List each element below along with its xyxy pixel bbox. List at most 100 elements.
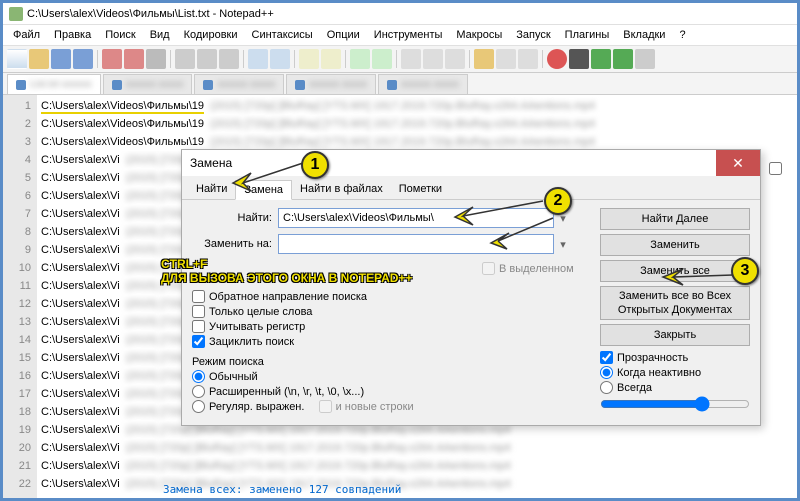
tb-saveall-icon[interactable]: [73, 49, 93, 69]
tb-allchars-icon[interactable]: [423, 49, 443, 69]
window-titlebar: C:\Users\alex\Videos\Фильмы\List.txt - N…: [3, 3, 797, 25]
chk-case[interactable]: [192, 320, 205, 333]
transparency-slider[interactable]: [600, 396, 750, 412]
chk-wrap[interactable]: [192, 335, 205, 348]
find-next-button[interactable]: Найти Далее: [600, 208, 750, 230]
lbl-whole: Только целые слова: [209, 306, 312, 318]
in-selection-checkbox: [482, 262, 495, 275]
callout-3: 3: [731, 257, 759, 285]
tab-item[interactable]: xxxxxx xxxxx: [194, 74, 284, 94]
menu-plugins[interactable]: Плагины: [559, 27, 616, 43]
tb-play-icon[interactable]: [591, 49, 611, 69]
tb-folder-icon[interactable]: [474, 49, 494, 69]
menu-window[interactable]: Вкладки: [617, 27, 671, 43]
tb-redo-icon[interactable]: [270, 49, 290, 69]
tb-undo-icon[interactable]: [248, 49, 268, 69]
dialog-titlebar[interactable]: Замена ✕: [182, 150, 760, 176]
dlg-tab-replace[interactable]: Замена: [235, 180, 292, 200]
dropdown-icon[interactable]: ▾: [554, 238, 572, 251]
dlg-tab-findinfiles[interactable]: Найти в файлах: [292, 180, 391, 199]
tb-find-icon[interactable]: [299, 49, 319, 69]
lbl-backward: Обратное направление поиска: [209, 291, 367, 303]
lbl-when-inactive: Когда неактивно: [617, 367, 701, 379]
tb-print-icon[interactable]: [146, 49, 166, 69]
tb-savemacro-icon[interactable]: [635, 49, 655, 69]
callout-2: 2: [544, 187, 572, 215]
tb-paste-icon[interactable]: [219, 49, 239, 69]
document-tabs: List.txt xxxxxx xxxxxx xxxxx xxxxxx xxxx…: [3, 73, 797, 95]
pin-checkbox[interactable]: [769, 162, 782, 175]
tb-close-icon[interactable]: [102, 49, 122, 69]
radio-when-inactive[interactable]: [600, 366, 613, 379]
tab-active[interactable]: List.txt xxxxxx: [7, 74, 101, 94]
tb-zoomin-icon[interactable]: [350, 49, 370, 69]
menu-view[interactable]: Вид: [144, 27, 176, 43]
tb-wrap-icon[interactable]: [401, 49, 421, 69]
lbl-mode-regex: Регуляр. выражен.: [209, 401, 304, 413]
chk-transparency[interactable]: [600, 351, 613, 364]
radio-always[interactable]: [600, 381, 613, 394]
menu-language[interactable]: Синтаксисы: [246, 27, 319, 43]
menu-edit[interactable]: Правка: [48, 27, 97, 43]
replace-all-button[interactable]: Заменить все: [600, 260, 750, 282]
lbl-always: Всегда: [617, 382, 652, 394]
dialog-body: Найти: ▾ Заменить на: ▾ В выделенном Обр…: [182, 200, 760, 425]
close-button[interactable]: Закрыть: [600, 324, 750, 346]
menu-tools[interactable]: Инструменты: [368, 27, 449, 43]
tab-item[interactable]: xxxxxx xxxxx: [378, 74, 468, 94]
tb-open-icon[interactable]: [29, 49, 49, 69]
dlg-tab-find[interactable]: Найти: [188, 180, 235, 199]
in-selection-label: В выделенном: [499, 263, 574, 275]
menu-settings[interactable]: Опции: [321, 27, 366, 43]
menu-run[interactable]: Запуск: [510, 27, 556, 43]
tb-cut-icon[interactable]: [175, 49, 195, 69]
radio-regex[interactable]: [192, 400, 205, 413]
window-title: C:\Users\alex\Videos\Фильмы\List.txt - N…: [27, 8, 274, 20]
tb-funclist-icon[interactable]: [496, 49, 516, 69]
search-mode-title: Режим поиска: [192, 356, 572, 368]
replace-dialog: Замена ✕ Найти Замена Найти в файлах Пом…: [181, 149, 761, 426]
replace-all-docs-button[interactable]: Заменить все во Всех Открытых Документах: [600, 286, 750, 320]
tip-shortcut: CTRL+F ДЛЯ ВЫЗОВА ЭТОГО ОКНА В NOTEPAD++: [161, 257, 412, 285]
chk-backward[interactable]: [192, 290, 205, 303]
tb-copy-icon[interactable]: [197, 49, 217, 69]
line-number-gutter: 12345678910111213141516171819202122: [3, 95, 37, 498]
dlg-tab-mark[interactable]: Пометки: [391, 180, 450, 199]
status-message: Замена всех: заменено 127 совпадений: [163, 483, 401, 496]
lbl-mode-extended: Расширенный (\n, \r, \t, \0, \x...): [209, 386, 364, 398]
menu-help[interactable]: ?: [673, 27, 691, 43]
chk-whole[interactable]: [192, 305, 205, 318]
menu-encoding[interactable]: Кодировки: [178, 27, 244, 43]
toolbar: [3, 45, 797, 73]
replace-button[interactable]: Заменить: [600, 234, 750, 256]
tab-item[interactable]: xxxxxx xxxxx: [286, 74, 376, 94]
dialog-tabs: Найти Замена Найти в файлах Пометки: [182, 176, 760, 200]
menu-file[interactable]: Файл: [7, 27, 46, 43]
callout-1: 1: [301, 151, 329, 179]
find-input[interactable]: [278, 208, 554, 228]
menubar: Файл Правка Поиск Вид Кодировки Синтакси…: [3, 25, 797, 45]
dialog-title: Замена: [190, 156, 232, 170]
tab-item[interactable]: xxxxxx xxxxx: [103, 74, 193, 94]
find-label: Найти:: [192, 212, 272, 224]
tb-indent-icon[interactable]: [445, 49, 465, 69]
tb-record-icon[interactable]: [547, 49, 567, 69]
menu-macro[interactable]: Макросы: [450, 27, 508, 43]
dialog-close-button[interactable]: ✕: [716, 150, 760, 176]
radio-normal[interactable]: [192, 370, 205, 383]
tb-playmulti-icon[interactable]: [613, 49, 633, 69]
tb-save-icon[interactable]: [51, 49, 71, 69]
tb-stop-icon[interactable]: [569, 49, 589, 69]
tb-replace-icon[interactable]: [321, 49, 341, 69]
radio-extended[interactable]: [192, 385, 205, 398]
tb-new-icon[interactable]: [7, 49, 27, 69]
lbl-case: Учитывать регистр: [209, 321, 305, 333]
replace-input[interactable]: [278, 234, 554, 254]
tb-closeall-icon[interactable]: [124, 49, 144, 69]
tb-zoomout-icon[interactable]: [372, 49, 392, 69]
lbl-transparency: Прозрачность: [617, 352, 688, 364]
tb-docmap-icon[interactable]: [518, 49, 538, 69]
menu-search[interactable]: Поиск: [99, 27, 141, 43]
lbl-wrap: Зациклить поиск: [209, 336, 294, 348]
lbl-mode-normal: Обычный: [209, 371, 258, 383]
